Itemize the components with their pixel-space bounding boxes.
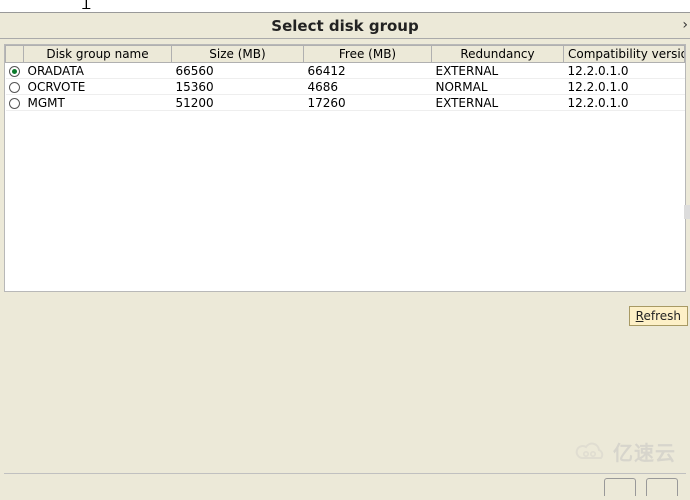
cell-redundancy: EXTERNAL: [432, 63, 564, 79]
cloud-icon: [573, 440, 607, 464]
footer-divider: [4, 473, 686, 474]
disk-group-table-container: Disk group name Size (MB) Free (MB) Redu…: [4, 44, 686, 292]
cell-name: ORADATA: [24, 63, 172, 79]
text-cursor-icon: Ꮖ: [82, 0, 91, 12]
table-header-row: Disk group name Size (MB) Free (MB) Redu…: [6, 46, 685, 63]
footer-buttons: [604, 478, 678, 496]
cell-compat: 12.2.0.1.0: [564, 79, 685, 95]
cell-name: MGMT: [24, 95, 172, 111]
col-header-select[interactable]: [6, 46, 24, 63]
cell-free: 17260: [304, 95, 432, 111]
cell-size: 66560: [172, 63, 304, 79]
radio-icon[interactable]: [9, 66, 20, 77]
footer-button-2[interactable]: [646, 478, 678, 496]
col-header-redundancy[interactable]: Redundancy: [432, 46, 564, 63]
table-row[interactable]: OCRVOTE153604686NORMAL12.2.0.1.0: [6, 79, 685, 95]
row-radio-cell[interactable]: [6, 79, 24, 95]
col-header-size[interactable]: Size (MB): [172, 46, 304, 63]
refresh-row: Refresh: [0, 306, 690, 326]
footer-button-1[interactable]: [604, 478, 636, 496]
cell-redundancy: EXTERNAL: [432, 95, 564, 111]
cell-compat: 12.2.0.1.0: [564, 63, 685, 79]
dialog-title: Select disk group: [271, 17, 418, 35]
cell-compat: 12.2.0.1.0: [564, 95, 685, 111]
scrollbar-hint[interactable]: [684, 205, 690, 219]
col-header-compat[interactable]: Compatibility versio: [564, 46, 685, 63]
col-header-name[interactable]: Disk group name: [24, 46, 172, 63]
menu-bar-strip: Ꮖ: [0, 0, 690, 13]
cell-free: 4686: [304, 79, 432, 95]
cell-free: 66412: [304, 63, 432, 79]
table-row[interactable]: MGMT5120017260EXTERNAL12.2.0.1.0: [6, 95, 685, 111]
radio-icon[interactable]: [9, 98, 20, 109]
col-header-free[interactable]: Free (MB): [304, 46, 432, 63]
close-icon[interactable]: ›: [682, 17, 688, 33]
cell-size: 51200: [172, 95, 304, 111]
watermark-text: 亿速云: [613, 437, 676, 466]
watermark: 亿速云: [573, 437, 676, 466]
cell-size: 15360: [172, 79, 304, 95]
row-radio-cell[interactable]: [6, 63, 24, 79]
refresh-button[interactable]: Refresh: [629, 306, 688, 326]
cell-name: OCRVOTE: [24, 79, 172, 95]
row-radio-cell[interactable]: [6, 95, 24, 111]
cell-redundancy: NORMAL: [432, 79, 564, 95]
table-row[interactable]: ORADATA6656066412EXTERNAL12.2.0.1.0: [6, 63, 685, 79]
dialog-title-bar: Select disk group ›: [0, 13, 690, 39]
radio-icon[interactable]: [9, 82, 20, 93]
refresh-label-rest: efresh: [643, 309, 681, 323]
disk-group-table: Disk group name Size (MB) Free (MB) Redu…: [5, 45, 685, 111]
